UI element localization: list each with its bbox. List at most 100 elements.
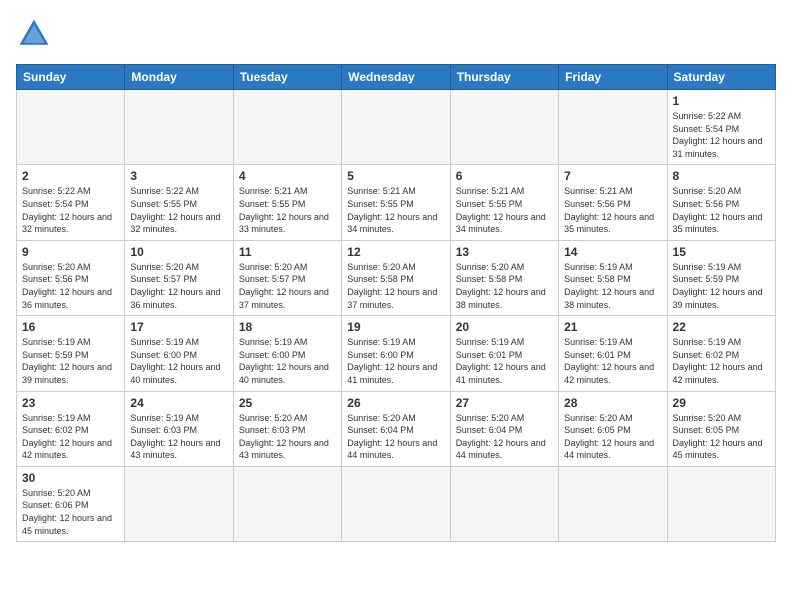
day-info: Sunrise: 5:21 AM Sunset: 5:55 PM Dayligh… <box>239 185 336 235</box>
day-number: 12 <box>347 245 444 259</box>
day-info: Sunrise: 5:20 AM Sunset: 5:56 PM Dayligh… <box>22 261 119 311</box>
calendar-cell <box>667 466 775 541</box>
day-info: Sunrise: 5:21 AM Sunset: 5:56 PM Dayligh… <box>564 185 661 235</box>
day-info: Sunrise: 5:19 AM Sunset: 6:02 PM Dayligh… <box>673 336 770 386</box>
day-info: Sunrise: 5:19 AM Sunset: 6:01 PM Dayligh… <box>564 336 661 386</box>
calendar-week-3: 16Sunrise: 5:19 AM Sunset: 5:59 PM Dayli… <box>17 316 776 391</box>
calendar-week-2: 9 Sunrise: 5:20 AM Sunset: 5:56 PM Daylig… <box>17 240 776 315</box>
day-number: 29 <box>673 396 770 410</box>
day-info: Sunrise: 5:19 AM Sunset: 6:00 PM Dayligh… <box>130 336 227 386</box>
calendar-cell <box>450 466 558 541</box>
calendar-cell: 15 Sunrise: 5:19 AM Sunset: 5:59 PM Dayli… <box>667 240 775 315</box>
day-number: 2 <box>22 169 119 183</box>
day-number: 30 <box>22 471 119 485</box>
calendar-cell: 7 Sunrise: 5:21 AM Sunset: 5:56 PM Daylig… <box>559 165 667 240</box>
day-number: 6 <box>456 169 553 183</box>
day-header-thursday: Thursday <box>450 65 558 90</box>
calendar-cell: 26 Sunrise: 5:20 AM Sunset: 6:04 PM Dayli… <box>342 391 450 466</box>
day-info: Sunrise: 5:20 AM Sunset: 6:04 PM Dayligh… <box>347 412 444 462</box>
logo-icon <box>16 16 52 52</box>
calendar-week-0: 1Sunrise: 5:22 AM Sunset: 5:54 PM Daylig… <box>17 90 776 165</box>
day-number: 16 <box>22 320 119 334</box>
day-number: 14 <box>564 245 661 259</box>
day-info: Sunrise: 5:19 AM Sunset: 6:00 PM Dayligh… <box>239 336 336 386</box>
calendar-cell: 25 Sunrise: 5:20 AM Sunset: 6:03 PM Dayli… <box>233 391 341 466</box>
calendar-cell: 1Sunrise: 5:22 AM Sunset: 5:54 PM Daylig… <box>667 90 775 165</box>
calendar-cell <box>125 466 233 541</box>
day-number: 10 <box>130 245 227 259</box>
day-info: Sunrise: 5:19 AM Sunset: 6:03 PM Dayligh… <box>130 412 227 462</box>
day-info: Sunrise: 5:19 AM Sunset: 6:02 PM Dayligh… <box>22 412 119 462</box>
calendar-cell: 17 Sunrise: 5:19 AM Sunset: 6:00 PM Dayli… <box>125 316 233 391</box>
day-number: 15 <box>673 245 770 259</box>
day-number: 9 <box>22 245 119 259</box>
calendar-cell: 23 Sunrise: 5:19 AM Sunset: 6:02 PM Dayli… <box>17 391 125 466</box>
day-number: 20 <box>456 320 553 334</box>
calendar-week-5: 30 Sunrise: 5:20 AM Sunset: 6:06 PM Dayli… <box>17 466 776 541</box>
calendar-cell: 5 Sunrise: 5:21 AM Sunset: 5:55 PM Daylig… <box>342 165 450 240</box>
day-number: 8 <box>673 169 770 183</box>
day-info: Sunrise: 5:22 AM Sunset: 5:55 PM Dayligh… <box>130 185 227 235</box>
day-number: 1 <box>673 94 770 108</box>
day-number: 21 <box>564 320 661 334</box>
calendar-cell <box>559 90 667 165</box>
day-number: 17 <box>130 320 227 334</box>
day-info: Sunrise: 5:21 AM Sunset: 5:55 PM Dayligh… <box>347 185 444 235</box>
calendar-cell: 22 Sunrise: 5:19 AM Sunset: 6:02 PM Dayli… <box>667 316 775 391</box>
day-info: Sunrise: 5:20 AM Sunset: 5:58 PM Dayligh… <box>456 261 553 311</box>
calendar-cell: 19Sunrise: 5:19 AM Sunset: 6:00 PM Dayli… <box>342 316 450 391</box>
page-header <box>16 16 776 52</box>
calendar-cell <box>342 466 450 541</box>
day-number: 28 <box>564 396 661 410</box>
calendar-cell: 6 Sunrise: 5:21 AM Sunset: 5:55 PM Daylig… <box>450 165 558 240</box>
calendar-cell: 9 Sunrise: 5:20 AM Sunset: 5:56 PM Daylig… <box>17 240 125 315</box>
day-info: Sunrise: 5:19 AM Sunset: 6:01 PM Dayligh… <box>456 336 553 386</box>
calendar-cell: 12 Sunrise: 5:20 AM Sunset: 5:58 PM Dayli… <box>342 240 450 315</box>
day-number: 22 <box>673 320 770 334</box>
day-info: Sunrise: 5:20 AM Sunset: 6:05 PM Dayligh… <box>673 412 770 462</box>
calendar-cell: 20 Sunrise: 5:19 AM Sunset: 6:01 PM Dayli… <box>450 316 558 391</box>
calendar-cell: 30 Sunrise: 5:20 AM Sunset: 6:06 PM Dayli… <box>17 466 125 541</box>
day-header-tuesday: Tuesday <box>233 65 341 90</box>
calendar-cell <box>559 466 667 541</box>
day-header-wednesday: Wednesday <box>342 65 450 90</box>
day-info: Sunrise: 5:20 AM Sunset: 6:06 PM Dayligh… <box>22 487 119 537</box>
day-number: 25 <box>239 396 336 410</box>
calendar-cell <box>233 90 341 165</box>
calendar-cell: 16Sunrise: 5:19 AM Sunset: 5:59 PM Dayli… <box>17 316 125 391</box>
day-number: 23 <box>22 396 119 410</box>
day-number: 27 <box>456 396 553 410</box>
day-number: 26 <box>347 396 444 410</box>
day-header-friday: Friday <box>559 65 667 90</box>
calendar-cell: 4 Sunrise: 5:21 AM Sunset: 5:55 PM Daylig… <box>233 165 341 240</box>
day-info: Sunrise: 5:20 AM Sunset: 6:05 PM Dayligh… <box>564 412 661 462</box>
day-number: 5 <box>347 169 444 183</box>
day-info: Sunrise: 5:20 AM Sunset: 6:04 PM Dayligh… <box>456 412 553 462</box>
calendar-table: SundayMondayTuesdayWednesdayThursdayFrid… <box>16 64 776 542</box>
calendar-cell: 14 Sunrise: 5:19 AM Sunset: 5:58 PM Dayli… <box>559 240 667 315</box>
day-number: 7 <box>564 169 661 183</box>
day-info: Sunrise: 5:21 AM Sunset: 5:55 PM Dayligh… <box>456 185 553 235</box>
calendar-cell: 28 Sunrise: 5:20 AM Sunset: 6:05 PM Dayli… <box>559 391 667 466</box>
day-number: 4 <box>239 169 336 183</box>
calendar-cell: 13Sunrise: 5:20 AM Sunset: 5:58 PM Dayli… <box>450 240 558 315</box>
day-number: 19 <box>347 320 444 334</box>
day-info: Sunrise: 5:20 AM Sunset: 5:58 PM Dayligh… <box>347 261 444 311</box>
calendar-cell: 18Sunrise: 5:19 AM Sunset: 6:00 PM Dayli… <box>233 316 341 391</box>
calendar-cell <box>450 90 558 165</box>
day-number: 11 <box>239 245 336 259</box>
day-info: Sunrise: 5:19 AM Sunset: 5:58 PM Dayligh… <box>564 261 661 311</box>
calendar-header-row: SundayMondayTuesdayWednesdayThursdayFrid… <box>17 65 776 90</box>
day-info: Sunrise: 5:20 AM Sunset: 5:57 PM Dayligh… <box>239 261 336 311</box>
calendar-cell: 2Sunrise: 5:22 AM Sunset: 5:54 PM Daylig… <box>17 165 125 240</box>
calendar-cell <box>125 90 233 165</box>
day-info: Sunrise: 5:20 AM Sunset: 6:03 PM Dayligh… <box>239 412 336 462</box>
calendar-cell: 3Sunrise: 5:22 AM Sunset: 5:55 PM Daylig… <box>125 165 233 240</box>
calendar-week-1: 2Sunrise: 5:22 AM Sunset: 5:54 PM Daylig… <box>17 165 776 240</box>
calendar-cell: 29 Sunrise: 5:20 AM Sunset: 6:05 PM Dayli… <box>667 391 775 466</box>
calendar-cell: 11 Sunrise: 5:20 AM Sunset: 5:57 PM Dayli… <box>233 240 341 315</box>
day-info: Sunrise: 5:19 AM Sunset: 5:59 PM Dayligh… <box>673 261 770 311</box>
day-info: Sunrise: 5:20 AM Sunset: 5:57 PM Dayligh… <box>130 261 227 311</box>
day-header-sunday: Sunday <box>17 65 125 90</box>
day-number: 24 <box>130 396 227 410</box>
